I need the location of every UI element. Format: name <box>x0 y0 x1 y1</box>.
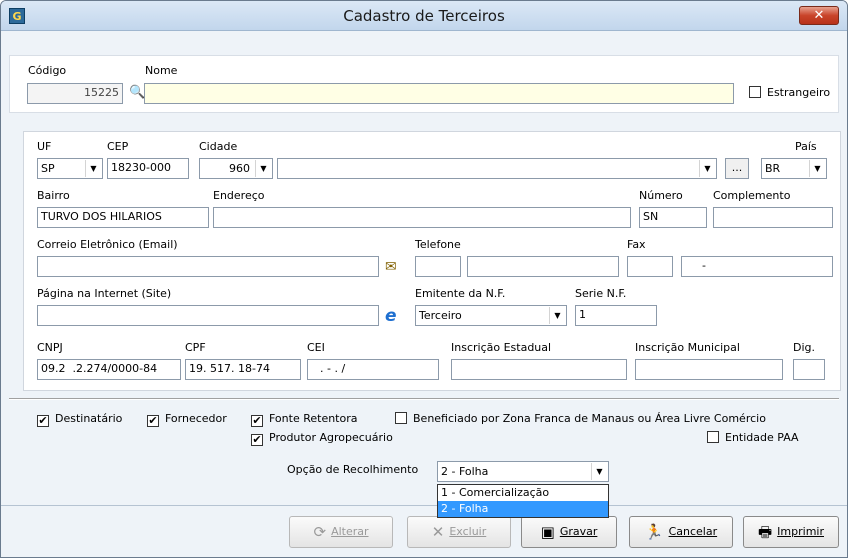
divider <box>9 398 839 400</box>
cpf-label: CPF <box>185 341 206 354</box>
window-title: Cadastro de Terceiros <box>343 7 505 25</box>
checkmark-icon[interactable]: ✔ <box>251 415 263 427</box>
email-label: Correio Eletrônico (Email) <box>37 238 178 251</box>
cidade-label: Cidade <box>199 140 238 153</box>
refresh-icon: ⟳ <box>313 523 327 541</box>
binoculars-icon[interactable]: 🔍 <box>129 85 145 100</box>
bairro-field[interactable]: TURVO DOS HILARIOS <box>37 207 209 228</box>
nome-label: Nome <box>145 64 178 77</box>
cpf-field[interactable]: 19. 517. 18-74 <box>185 359 301 380</box>
imprimir-button[interactable]: 🖶 Imprimir <box>743 516 839 548</box>
inscricao-municipal-label: Inscrição Municipal <box>635 341 740 354</box>
site-label: Página na Internet (Site) <box>37 287 172 300</box>
complemento-field[interactable] <box>713 207 833 228</box>
recolhimento-dropdown-list: 1 - Comercialização 2 - Folha <box>437 484 609 518</box>
serie-label: Serie N.F. <box>575 287 627 300</box>
gravar-button[interactable]: ▣ Gravar <box>521 516 617 548</box>
endereco-label: Endereço <box>213 189 265 202</box>
save-icon: ▣ <box>540 523 555 541</box>
inscricao-municipal-field[interactable] <box>635 359 783 380</box>
cancelar-button[interactable]: 🏃 Cancelar <box>629 516 733 548</box>
cei-label: CEI <box>307 341 325 354</box>
cep-field[interactable]: 18230-000 <box>107 158 189 179</box>
chevron-down-icon[interactable]: ▼ <box>699 160 715 177</box>
endereco-field[interactable] <box>213 207 631 228</box>
cidade-lookup-button[interactable]: ... <box>725 158 749 179</box>
recolhimento-select[interactable]: 2 - Folha ▼ <box>437 461 609 482</box>
chevron-down-icon[interactable]: ▼ <box>549 307 565 324</box>
chevron-down-icon[interactable]: ▼ <box>85 160 101 177</box>
cidade-code-select[interactable]: 960 ▼ <box>199 158 273 179</box>
excluir-button[interactable]: ✕ Excluir <box>407 516 511 548</box>
chevron-down-icon[interactable]: ▼ <box>809 160 825 177</box>
internet-explorer-icon[interactable]: e <box>385 306 397 326</box>
window: G Cadastro de Terceiros ✕ Código 15225 🔍… <box>0 0 848 558</box>
emitente-label: Emitente da N.F. <box>415 287 506 300</box>
estrangeiro-checkbox[interactable]: Estrangeiro <box>749 86 830 100</box>
fax-ddd-field[interactable] <box>627 256 673 277</box>
delete-icon: ✕ <box>431 523 445 541</box>
fax-label: Fax <box>627 238 646 251</box>
recolhimento-option-selected[interactable]: 2 - Folha <box>438 501 608 517</box>
alterar-button[interactable]: ⟳ Alterar <box>289 516 393 548</box>
cep-label: CEP <box>107 140 129 153</box>
serie-field[interactable]: 1 <box>575 305 657 326</box>
pais-label: País <box>795 140 817 153</box>
beneficiado-checkbox[interactable]: Beneficiado por Zona Franca de Manaus ou… <box>395 412 766 426</box>
title-bar: G Cadastro de Terceiros ✕ <box>1 1 847 31</box>
codigo-label: Código <box>28 64 67 77</box>
chevron-down-icon[interactable]: ▼ <box>591 463 607 480</box>
numero-label: Número <box>639 189 683 202</box>
cidade-name-select[interactable]: ▼ <box>277 158 717 179</box>
telefone-ddd-field[interactable] <box>415 256 461 277</box>
cnpj-label: CNPJ <box>37 341 63 354</box>
bairro-label: Bairro <box>37 189 70 202</box>
fax-field[interactable]: - <box>681 256 833 277</box>
numero-field[interactable]: SN <box>639 207 707 228</box>
estrangeiro-box[interactable] <box>749 86 761 98</box>
nome-field[interactable] <box>144 83 734 104</box>
telefone-field[interactable] <box>467 256 619 277</box>
checkbox-empty-icon[interactable] <box>707 431 719 443</box>
envelope-icon[interactable]: ✉ <box>385 259 397 275</box>
recolhimento-option[interactable]: 1 - Comercialização <box>438 485 608 501</box>
destinatario-checkbox[interactable]: ✔ Destinatário <box>37 412 122 427</box>
codigo-field[interactable]: 15225 <box>27 83 123 104</box>
uf-select[interactable]: SP ▼ <box>37 158 103 179</box>
checkbox-empty-icon[interactable] <box>395 412 407 424</box>
dig-field[interactable] <box>793 359 825 380</box>
email-field[interactable] <box>37 256 379 277</box>
checkmark-icon[interactable]: ✔ <box>147 415 159 427</box>
emitente-select[interactable]: Terceiro ▼ <box>415 305 567 326</box>
produtor-checkbox[interactable]: ✔ Produtor Agropecuário <box>251 431 393 446</box>
complemento-label: Complemento <box>713 189 791 202</box>
inscricao-estadual-label: Inscrição Estadual <box>451 341 552 354</box>
printer-icon: 🖶 <box>758 523 773 541</box>
cei-field[interactable]: . - . / <box>307 359 439 380</box>
telefone-label: Telefone <box>415 238 461 251</box>
checkmark-icon[interactable]: ✔ <box>37 415 49 427</box>
recolhimento-label: Opção de Recolhimento <box>287 463 419 476</box>
dig-label: Dig. <box>793 341 816 354</box>
pais-select[interactable]: BR ▼ <box>761 158 827 179</box>
entidade-paa-checkbox[interactable]: Entidade PAA <box>707 431 799 445</box>
inscricao-estadual-field[interactable] <box>451 359 627 380</box>
checkmark-icon[interactable]: ✔ <box>251 434 263 446</box>
fornecedor-checkbox[interactable]: ✔ Fornecedor <box>147 412 227 427</box>
uf-label: UF <box>37 140 52 153</box>
fonte-retentora-checkbox[interactable]: ✔ Fonte Retentora <box>251 412 358 427</box>
close-button[interactable]: ✕ <box>799 6 839 25</box>
site-field[interactable] <box>37 305 379 326</box>
chevron-down-icon[interactable]: ▼ <box>255 160 271 177</box>
running-man-icon: 🏃 <box>644 523 664 541</box>
cnpj-field[interactable]: 09.2 .2.274/0000-84 <box>37 359 181 380</box>
